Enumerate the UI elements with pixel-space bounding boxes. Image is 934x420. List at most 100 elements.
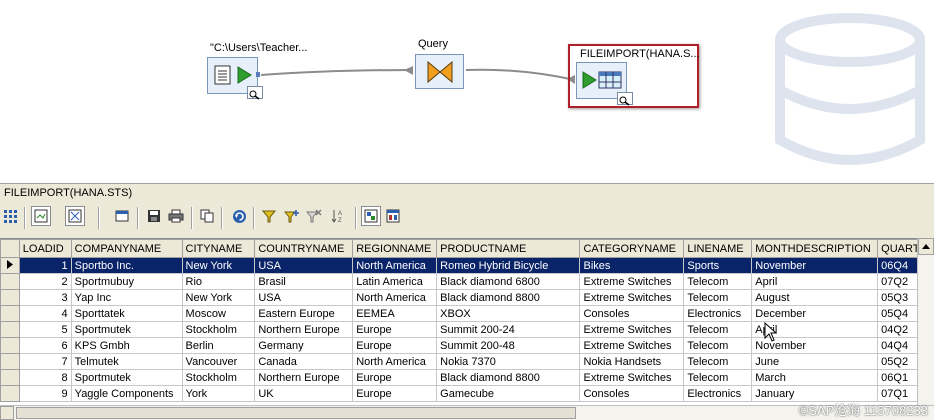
table-cell[interactable]: Extreme Switches [579,289,685,306]
view-data-magnifier-icon[interactable] [247,86,263,100]
grid-dots-icon[interactable] [0,206,20,226]
table-cell[interactable]: Stockholm [181,369,256,386]
table-cell[interactable]: 9 [18,385,72,402]
table-cell[interactable]: 6 [18,337,72,354]
add-filter-icon[interactable] [282,206,302,226]
table-cell[interactable]: New York [181,289,256,306]
table-cell[interactable]: Europe [352,337,438,354]
save-icon[interactable] [144,206,164,226]
table-cell[interactable]: Telecom [683,369,753,386]
table-cell[interactable]: March [751,369,879,386]
table-cell[interactable]: Berlin [181,337,256,354]
zoom-fit-icon[interactable] [31,206,51,226]
table-cell[interactable]: Europe [352,369,438,386]
table-cell[interactable]: 8 [18,369,72,386]
table-row[interactable]: 5 Sportmutek Stockholm Northern Europe E… [0,321,934,338]
table-cell[interactable]: Germany [254,337,354,354]
table-cell[interactable]: 5 [18,321,72,338]
filter-icon[interactable] [259,206,279,226]
vertical-scrollbar[interactable] [917,238,934,405]
print-icon[interactable] [166,206,186,226]
table-cell[interactable]: 3 [18,289,72,306]
table-cell[interactable]: Nokia Handsets [579,353,685,370]
column-header[interactable]: LOADID [18,239,72,258]
table-row[interactable]: 1 Sportbo Inc. New York USA North Americ… [0,257,934,274]
table-cell[interactable]: Northern Europe [254,321,354,338]
dataflow-canvas[interactable]: "C:\Users\Teacher... Query FILEIMPORT(HA… [0,0,934,183]
table-cell[interactable]: June [751,353,879,370]
table-cell[interactable]: 2 [18,273,72,290]
table-row[interactable]: 3 Yap Inc New York USA North America Bla… [0,289,934,306]
row-selector[interactable] [0,369,20,386]
table-cell[interactable]: 4 [18,305,72,322]
table-row[interactable]: 7 Telmutek Vancouver Canada North Americ… [0,353,934,370]
table-cell[interactable]: Telecom [683,337,753,354]
table-cell[interactable]: Consoles [579,385,685,402]
table-cell[interactable]: Gamecube [436,385,581,402]
source-output-port[interactable] [256,72,260,77]
table-cell[interactable]: Sportbo Inc. [70,257,183,274]
column-header[interactable]: CITYNAME [181,239,256,258]
table-row[interactable]: 8 Sportmutek Stockholm Northern Europe E… [0,369,934,386]
table-cell[interactable]: Extreme Switches [579,273,685,290]
table-cell[interactable]: North America [352,257,438,274]
table-cell[interactable]: Bikes [579,257,685,274]
table-cell[interactable]: Romeo Hybrid Bicycle [436,257,581,274]
compare-icon[interactable] [383,206,403,226]
table-cell[interactable]: Yaggle Components [70,385,183,402]
horizontal-scrollbar[interactable] [0,405,934,420]
table-cell[interactable]: KPS Gmbh [70,337,183,354]
table-cell[interactable]: USA [254,257,354,274]
column-header[interactable]: CATEGORYNAME [579,239,685,258]
zoom-area-icon[interactable] [65,206,85,226]
table-cell[interactable]: Europe [352,321,438,338]
table-cell[interactable]: Telecom [683,321,753,338]
table-cell[interactable]: Northern Europe [254,369,354,386]
column-header[interactable]: COUNTRYNAME [254,239,354,258]
table-cell[interactable]: Sportmutek [70,321,183,338]
table-cell[interactable]: Consoles [579,305,685,322]
column-header[interactable]: COMPANYNAME [70,239,183,258]
table-cell[interactable]: Sports [683,257,753,274]
row-selector[interactable] [0,257,20,274]
column-header[interactable]: LINENAME [683,239,753,258]
table-cell[interactable]: North America [352,289,438,306]
table-cell[interactable]: Sporttatek [70,305,183,322]
table-cell[interactable]: Summit 200-48 [436,337,581,354]
data-grid[interactable]: LOADID COMPANYNAME CITYNAME COUNTRYNAME … [0,238,934,406]
query-transform-node[interactable] [415,54,464,89]
target-view-data-magnifier-icon[interactable] [617,92,633,106]
row-selector[interactable] [0,353,20,370]
remove-filter-icon[interactable] [304,206,324,226]
table-cell[interactable]: Vancouver [181,353,256,370]
table-cell[interactable]: UK [254,385,354,402]
table-cell[interactable]: Eastern Europe [254,305,354,322]
table-cell[interactable]: New York [181,257,256,274]
table-cell[interactable]: Extreme Switches [579,321,685,338]
table-cell[interactable]: Black diamond 8800 [436,289,581,306]
table-cell[interactable]: Extreme Switches [579,369,685,386]
row-selector[interactable] [0,337,20,354]
table-cell[interactable]: Telecom [683,273,753,290]
refresh-icon[interactable] [229,206,249,226]
row-selector[interactable] [0,289,20,306]
view-data-icon[interactable] [361,206,381,226]
table-cell[interactable]: Summit 200-24 [436,321,581,338]
table-cell[interactable]: Stockholm [181,321,256,338]
table-cell[interactable]: Brasil [254,273,354,290]
table-cell[interactable]: Telecom [683,289,753,306]
table-row[interactable]: 4 Sporttatek Moscow Eastern Europe EEMEA… [0,305,934,322]
table-cell[interactable]: Canada [254,353,354,370]
table-cell[interactable]: XBOX [436,305,581,322]
table-cell[interactable]: Electronics [683,305,753,322]
scroll-up-button[interactable] [918,238,934,255]
column-header[interactable]: REGIONNAME [352,239,438,258]
table-cell[interactable]: Black diamond 6800 [436,273,581,290]
scroll-thumb[interactable] [16,407,576,419]
table-row[interactable]: 2 Sportmubuy Rio Brasil Latin America Bl… [0,273,934,290]
table-cell[interactable]: 1 [18,257,72,274]
table-cell[interactable]: Telmutek [70,353,183,370]
table-cell[interactable]: Yap Inc [70,289,183,306]
table-cell[interactable]: Europe [352,385,438,402]
row-selector[interactable] [0,321,20,338]
